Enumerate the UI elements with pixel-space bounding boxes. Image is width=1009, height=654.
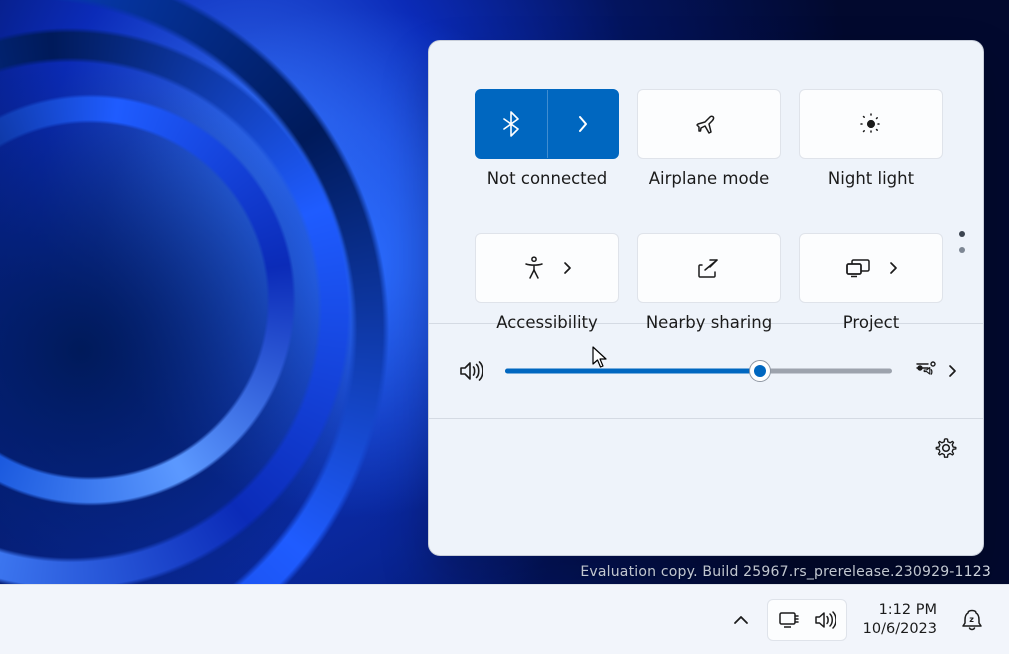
gear-icon: [935, 437, 957, 459]
page-dot[interactable]: [959, 231, 965, 237]
volume-row: [429, 324, 983, 418]
tile-nearby-sharing[interactable]: [637, 233, 781, 303]
tile-bluetooth-toggle[interactable]: [476, 90, 548, 158]
tile-label: Project: [799, 313, 943, 332]
project-icon: [845, 258, 871, 278]
tile-project[interactable]: [799, 233, 943, 303]
bluetooth-icon: [501, 111, 521, 137]
svg-text:z: z: [969, 615, 974, 624]
taskbar: 1:12 PM 10/6/2023 z: [0, 584, 1009, 654]
tile-label: Accessibility: [475, 313, 619, 332]
accessibility-icon: [523, 256, 545, 280]
chevron-right-icon[interactable]: [948, 364, 957, 378]
tile-accessibility[interactable]: [475, 233, 619, 303]
network-icon: [778, 610, 800, 630]
tile-bluetooth-expand[interactable]: [548, 90, 619, 158]
taskbar-date: 10/6/2023: [863, 620, 937, 638]
share-icon: [697, 257, 721, 279]
volume-slider-thumb[interactable]: [749, 360, 771, 382]
tray-overflow-button[interactable]: [725, 599, 757, 641]
chevron-right-icon: [563, 261, 572, 275]
quick-settings-flyout: Not connected Airplane mode: [428, 40, 984, 556]
sound-output-icon[interactable]: [914, 360, 938, 382]
speaker-icon: [814, 610, 836, 630]
night-light-icon: [858, 111, 884, 137]
volume-slider[interactable]: [505, 361, 892, 381]
chevron-right-icon: [577, 115, 589, 133]
speaker-icon[interactable]: [459, 360, 483, 382]
quick-settings-tiles: Not connected Airplane mode: [429, 41, 983, 323]
quick-settings-footer: [429, 419, 983, 479]
build-watermark: Evaluation copy. Build 25967.rs_prerelea…: [580, 564, 991, 580]
taskbar-time: 1:12 PM: [863, 601, 937, 619]
chevron-right-icon: [889, 261, 898, 275]
notifications-button[interactable]: z: [953, 599, 991, 641]
taskbar-clock[interactable]: 1:12 PM 10/6/2023: [857, 601, 943, 637]
system-tray-quick-settings[interactable]: [767, 599, 847, 641]
tile-bluetooth[interactable]: [475, 89, 619, 159]
tile-label: Airplane mode: [637, 169, 781, 188]
page-indicator[interactable]: [959, 231, 965, 253]
settings-button[interactable]: [929, 431, 963, 465]
focus-notifications-icon: z: [961, 609, 983, 631]
tile-airplane-mode[interactable]: [637, 89, 781, 159]
tile-night-light[interactable]: [799, 89, 943, 159]
chevron-up-icon: [733, 614, 749, 626]
airplane-icon: [696, 113, 722, 135]
tile-label: Night light: [799, 169, 943, 188]
tile-label: Not connected: [475, 169, 619, 188]
page-dot[interactable]: [959, 247, 965, 253]
tile-label: Nearby sharing: [637, 313, 781, 332]
